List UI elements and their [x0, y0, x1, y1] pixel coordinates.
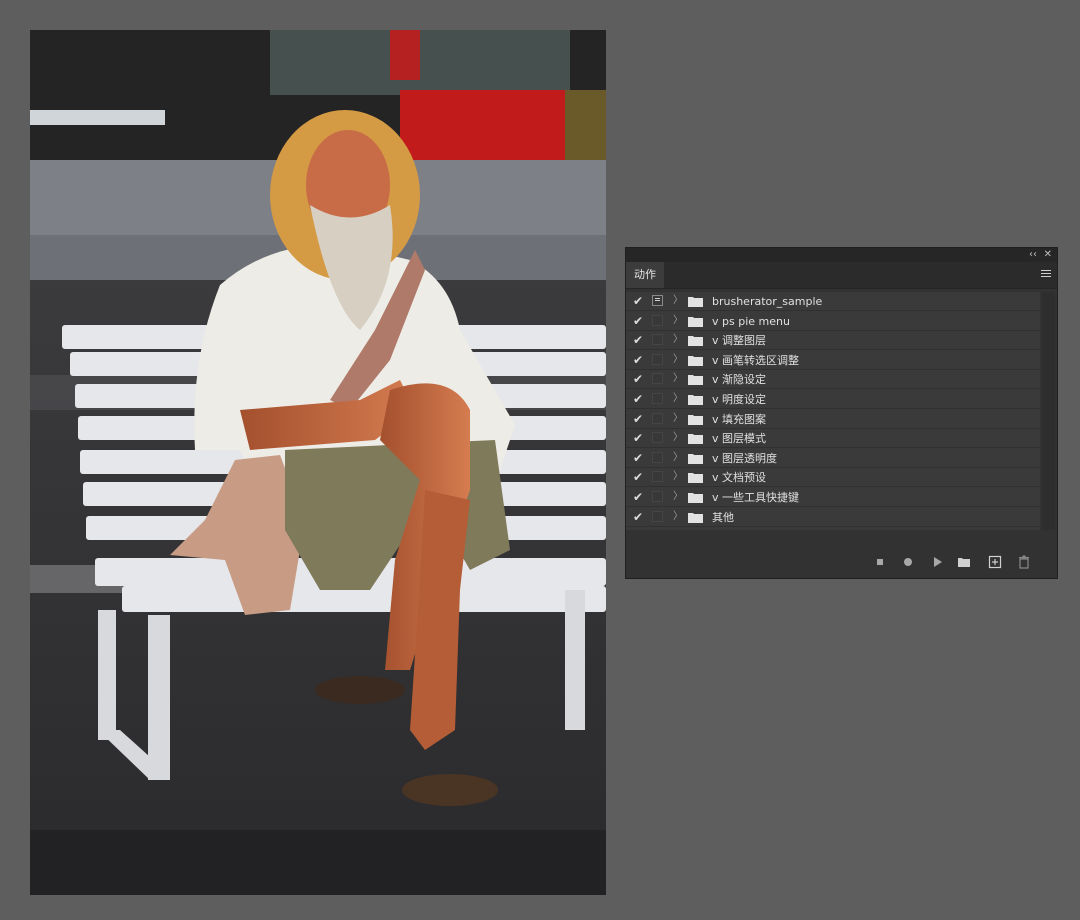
expand-chevron-icon[interactable]: 〉 — [673, 293, 683, 309]
collapse-panel-button[interactable]: ‹‹ — [1029, 248, 1037, 262]
toggle-dialog-icon[interactable] — [652, 412, 663, 424]
action-set-label: v 调整图层 — [712, 334, 767, 348]
folder-icon — [688, 493, 703, 503]
folder-icon — [688, 414, 703, 425]
expand-chevron-icon[interactable]: 〉 — [673, 411, 683, 427]
actions-list-scrollbar[interactable] — [1042, 292, 1055, 530]
toggle-item-checkmark-icon[interactable]: ✔ — [633, 510, 645, 524]
expand-chevron-icon[interactable]: 〉 — [673, 469, 683, 485]
toggle-item-checkmark-icon[interactable]: ✔ — [633, 314, 645, 328]
toggle-dialog-icon[interactable] — [652, 295, 663, 306]
action-set-label: v 一些工具快捷键 — [712, 491, 800, 504]
new-set-icon[interactable] — [956, 554, 972, 570]
toggle-dialog-icon[interactable] — [652, 510, 663, 522]
toggle-dialog-icon[interactable] — [652, 314, 663, 326]
new-action-icon[interactable] — [987, 554, 1003, 570]
tab-actions[interactable]: 动作 — [626, 262, 664, 288]
photo-image — [30, 30, 606, 895]
delete-icon[interactable] — [1016, 554, 1032, 570]
action-set-row[interactable]: ✔ 〉 v 明度设定 — [626, 390, 1040, 409]
action-set-label: v 图层透明度 — [712, 451, 778, 465]
panel-tab-row: 动作 — [626, 262, 1057, 289]
toggle-item-checkmark-icon[interactable]: ✔ — [633, 372, 645, 386]
toggle-dialog-icon[interactable] — [652, 451, 663, 463]
actions-toolbar — [626, 550, 1057, 574]
action-set-row[interactable]: ✔ 〉 v 画笔转选区调整 — [626, 351, 1040, 370]
expand-chevron-icon[interactable]: 〉 — [673, 352, 683, 368]
toggle-item-checkmark-icon[interactable]: ✔ — [633, 490, 645, 504]
expand-chevron-icon[interactable]: 〉 — [673, 332, 683, 348]
folder-icon — [688, 375, 703, 386]
action-set-label: v 渐隐设定 — [712, 373, 767, 387]
actions-panel: ‹‹ ✕ 动作 ✔ 〉 brusherator_sample ✔ 〉 v ps pie m… — [625, 247, 1058, 579]
stop-icon[interactable] — [872, 554, 888, 570]
folder-icon — [688, 355, 703, 366]
action-set-row[interactable]: ✔ 〉 v 调整图层 — [626, 331, 1040, 351]
toggle-item-checkmark-icon[interactable]: ✔ — [633, 470, 645, 484]
expand-chevron-icon[interactable]: 〉 — [673, 391, 683, 407]
expand-chevron-icon[interactable]: 〉 — [673, 313, 683, 329]
toggle-dialog-icon[interactable] — [652, 353, 663, 365]
toggle-dialog-icon[interactable] — [652, 393, 663, 404]
expand-chevron-icon[interactable]: 〉 — [673, 450, 683, 466]
folder-icon — [688, 512, 703, 523]
toggle-item-checkmark-icon[interactable]: ✔ — [633, 412, 645, 426]
folder-icon — [688, 453, 703, 464]
folder-icon — [688, 316, 703, 327]
toggle-item-checkmark-icon[interactable]: ✔ — [633, 333, 645, 347]
action-set-label: v 画笔转选区调整 — [712, 353, 800, 367]
action-set-row[interactable]: ✔ 〉 v 渐隐设定 — [626, 370, 1040, 390]
toggle-item-checkmark-icon[interactable]: ✔ — [633, 431, 645, 445]
close-panel-button[interactable]: ✕ — [1044, 248, 1052, 262]
toggle-dialog-icon[interactable] — [652, 334, 663, 346]
toggle-item-checkmark-icon[interactable]: ✔ — [633, 294, 645, 308]
toggle-item-checkmark-icon[interactable]: ✔ — [633, 353, 645, 367]
document-canvas[interactable] — [30, 30, 606, 895]
action-set-label: v 填充图案 — [712, 412, 767, 426]
play-icon[interactable] — [929, 554, 945, 570]
expand-chevron-icon[interactable]: 〉 — [673, 489, 683, 505]
expand-chevron-icon[interactable]: 〉 — [673, 509, 683, 525]
action-set-label: v 图层模式 — [712, 432, 767, 446]
action-set-label: v ps pie menu — [712, 314, 790, 328]
toggle-dialog-icon[interactable] — [652, 373, 663, 385]
expand-chevron-icon[interactable]: 〉 — [673, 371, 683, 387]
panel-title-bar[interactable]: ‹‹ ✕ — [626, 248, 1057, 262]
toggle-dialog-icon[interactable] — [652, 432, 663, 444]
folder-icon — [688, 473, 703, 484]
action-set-row[interactable]: ✔ 〉 v 图层模式 — [626, 429, 1040, 449]
toggle-dialog-icon[interactable] — [652, 471, 663, 483]
action-set-row[interactable]: ✔ 〉 v 填充图案 — [626, 410, 1040, 429]
actions-list[interactable]: ✔ 〉 brusherator_sample ✔ 〉 v ps pie menu ✔ 〉 v 调… — [626, 292, 1040, 530]
toggle-item-checkmark-icon[interactable]: ✔ — [633, 392, 645, 406]
folder-icon — [688, 434, 703, 445]
folder-icon — [688, 297, 703, 307]
folder-icon — [688, 395, 703, 405]
panel-menu-icon[interactable] — [1041, 270, 1051, 279]
action-set-row[interactable]: ✔ 〉 v 一些工具快捷键 — [626, 488, 1040, 507]
record-icon[interactable] — [900, 554, 916, 570]
action-set-label: brusherator_sample — [712, 295, 823, 308]
expand-chevron-icon[interactable]: 〉 — [673, 430, 683, 446]
action-set-row[interactable]: ✔ 〉 v ps pie menu — [626, 312, 1040, 331]
action-set-row[interactable]: ✔ 〉 v 文档预设 — [626, 468, 1040, 488]
action-set-label: v 文档预设 — [712, 471, 767, 485]
action-set-row[interactable]: ✔ 〉 其他 — [626, 508, 1040, 527]
toggle-dialog-icon[interactable] — [652, 491, 663, 502]
action-set-row[interactable]: ✔ 〉 v 图层透明度 — [626, 449, 1040, 468]
action-set-label: 其他 — [712, 510, 734, 524]
action-set-row[interactable]: ✔ 〉 brusherator_sample — [626, 292, 1040, 311]
action-set-label: v 明度设定 — [712, 393, 767, 406]
folder-icon — [688, 336, 703, 347]
toggle-item-checkmark-icon[interactable]: ✔ — [633, 451, 645, 465]
